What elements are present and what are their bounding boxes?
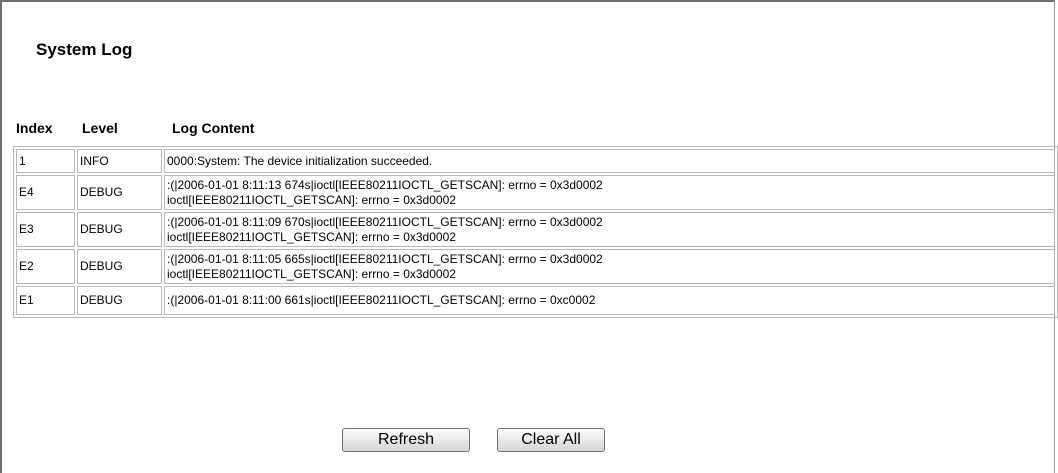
log-content: :(|2006-01-01 8:11:09 670s|ioctl[IEEE802… bbox=[164, 212, 1055, 247]
log-index: E3 bbox=[16, 212, 75, 247]
log-content-line: :(|2006-01-01 8:11:09 670s|ioctl[IEEE802… bbox=[167, 214, 603, 229]
table-row: E3 DEBUG :(|2006-01-01 8:11:09 670s|ioct… bbox=[16, 212, 1055, 247]
table-row: E4 DEBUG :(|2006-01-01 8:11:13 674s|ioct… bbox=[16, 175, 1055, 210]
log-content-line: ioctl[IEEE80211IOCTL_GETSCAN]: errno = 0… bbox=[167, 229, 456, 244]
log-index: E1 bbox=[16, 286, 75, 315]
log-level: DEBUG bbox=[77, 249, 162, 284]
page-title: System Log bbox=[36, 40, 133, 59]
log-content-line: ioctl[IEEE80211IOCTL_GETSCAN]: errno = 0… bbox=[167, 192, 456, 207]
log-content-line: :(|2006-01-01 8:11:05 665s|ioctl[IEEE802… bbox=[167, 251, 603, 266]
refresh-button[interactable]: Refresh bbox=[342, 428, 470, 452]
log-content-line: ioctl[IEEE80211IOCTL_GETSCAN]: errno = 0… bbox=[167, 266, 456, 281]
system-log-table: 1 INFO 0000:System: The device initializ… bbox=[13, 146, 1058, 318]
log-content: 0000:System: The device initialization s… bbox=[164, 149, 1055, 173]
log-index: 1 bbox=[16, 149, 75, 173]
table-row: 1 INFO 0000:System: The device initializ… bbox=[16, 149, 1055, 173]
log-index: E2 bbox=[16, 249, 75, 284]
log-level: DEBUG bbox=[77, 175, 162, 210]
log-level: DEBUG bbox=[77, 212, 162, 247]
log-content-line: :(|2006-01-01 8:11:00 661s|ioctl[IEEE802… bbox=[167, 293, 596, 307]
log-content-line: :(|2006-01-01 8:11:13 674s|ioctl[IEEE802… bbox=[167, 177, 603, 192]
log-index: E4 bbox=[16, 175, 75, 210]
column-header-index: Index bbox=[16, 120, 53, 136]
clear-all-button[interactable]: Clear All bbox=[497, 428, 605, 452]
table-row: E1 DEBUG :(|2006-01-01 8:11:00 661s|ioct… bbox=[16, 286, 1055, 315]
log-level: DEBUG bbox=[77, 286, 162, 315]
log-content: :(|2006-01-01 8:11:13 674s|ioctl[IEEE802… bbox=[164, 175, 1055, 210]
log-level: INFO bbox=[77, 149, 162, 173]
log-content: :(|2006-01-01 8:11:00 661s|ioctl[IEEE802… bbox=[164, 286, 1055, 315]
column-header-level: Level bbox=[82, 120, 118, 136]
table-row: E2 DEBUG :(|2006-01-01 8:11:05 665s|ioct… bbox=[16, 249, 1055, 284]
column-header-log-content: Log Content bbox=[172, 120, 255, 136]
log-content: :(|2006-01-01 8:11:05 665s|ioctl[IEEE802… bbox=[164, 249, 1055, 284]
log-content-line: 0000:System: The device initialization s… bbox=[167, 153, 433, 168]
